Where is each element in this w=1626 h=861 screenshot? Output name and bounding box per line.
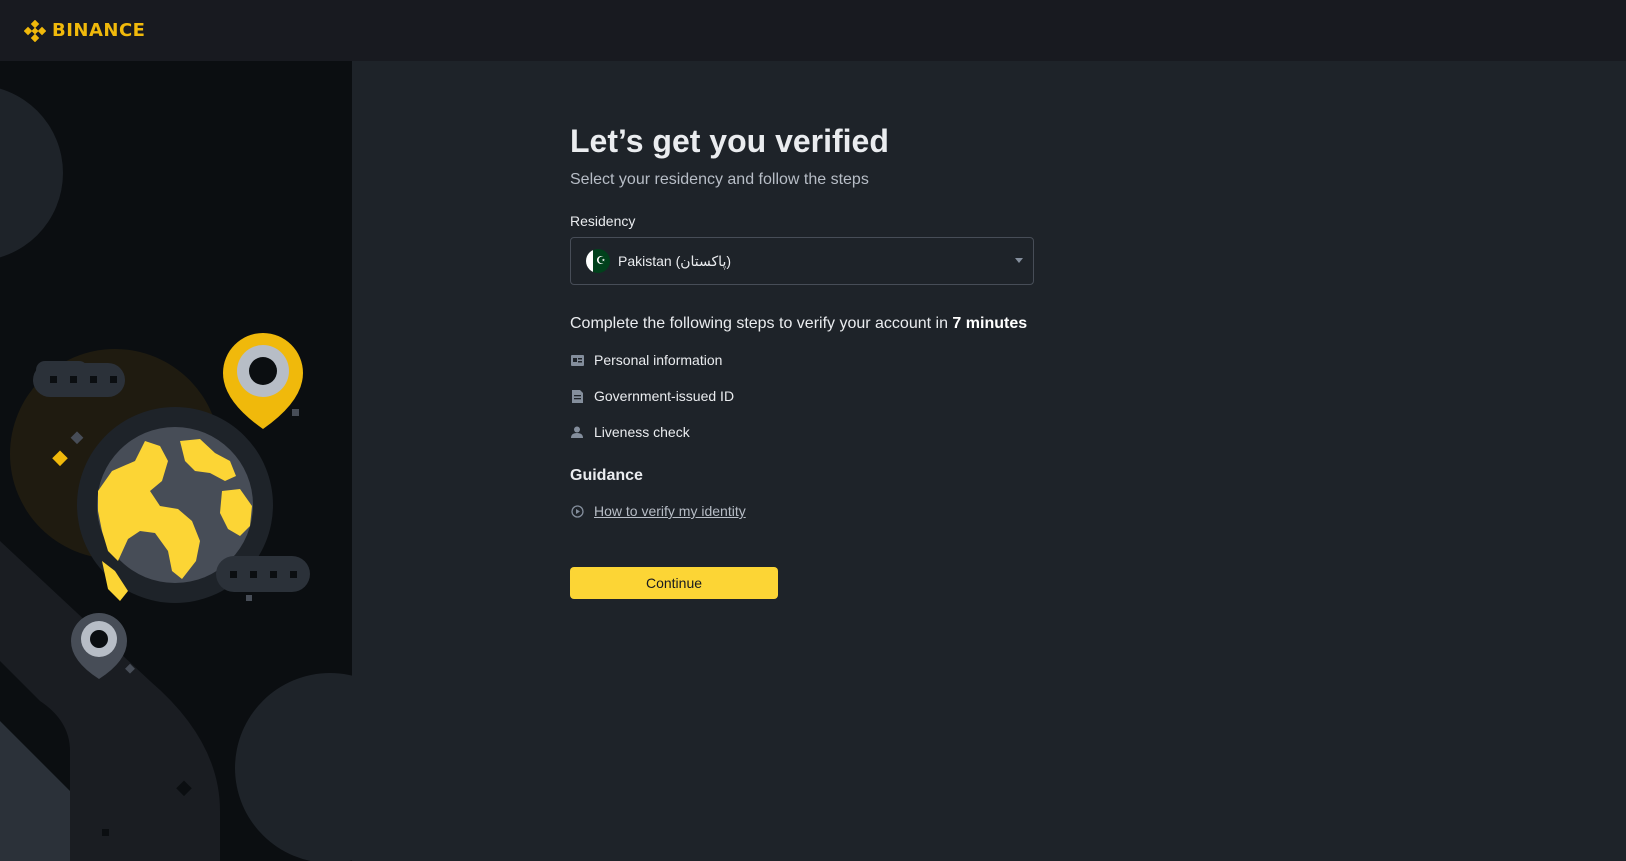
- chevron-down-icon: [1015, 258, 1023, 263]
- steps-intro-text: Complete the following steps to verify y…: [570, 315, 953, 332]
- guidance-heading: Guidance: [570, 467, 643, 484]
- logo-text: BINANCE: [52, 20, 146, 41]
- id-card-icon: [570, 353, 584, 367]
- step-liveness-check: Liveness check: [570, 421, 1040, 443]
- step-label: Government-issued ID: [594, 388, 735, 404]
- step-personal-information: Personal information: [570, 349, 1040, 371]
- person-icon: [570, 425, 584, 439]
- play-circle-icon: [570, 504, 584, 518]
- binance-logo[interactable]: BINANCE: [24, 19, 146, 42]
- how-to-verify-link[interactable]: How to verify my identity: [594, 503, 746, 519]
- page-subtitle: Select your residency and follow the ste…: [570, 171, 869, 188]
- step-label: Liveness check: [594, 424, 690, 440]
- step-government-id: Government-issued ID: [570, 385, 1040, 407]
- verification-form: Let’s get you verified Select your resid…: [570, 121, 1040, 599]
- page-title: Let’s get you verified: [570, 123, 889, 159]
- step-label: Personal information: [594, 352, 723, 368]
- globe-location-illustration: [0, 88, 352, 861]
- residency-select[interactable]: ☪ Pakistan (پاکستان): [570, 237, 1034, 285]
- residency-label: Residency: [570, 213, 636, 229]
- steps-intro: Complete the following steps to verify y…: [570, 313, 1040, 335]
- binance-logo-icon: [24, 19, 46, 42]
- pakistan-flag-icon: ☪: [586, 249, 610, 273]
- steps-duration: 7 minutes: [952, 315, 1028, 332]
- illustration-panel: [0, 61, 352, 861]
- document-icon: [570, 389, 584, 403]
- continue-button[interactable]: Continue: [570, 567, 778, 599]
- verification-main: Let’s get you verified Select your resid…: [352, 61, 1626, 861]
- top-navigation-bar: BINANCE: [0, 0, 1626, 61]
- residency-selected-value: Pakistan (پاکستان): [618, 252, 732, 269]
- guidance-link-row[interactable]: How to verify my identity: [570, 503, 1040, 519]
